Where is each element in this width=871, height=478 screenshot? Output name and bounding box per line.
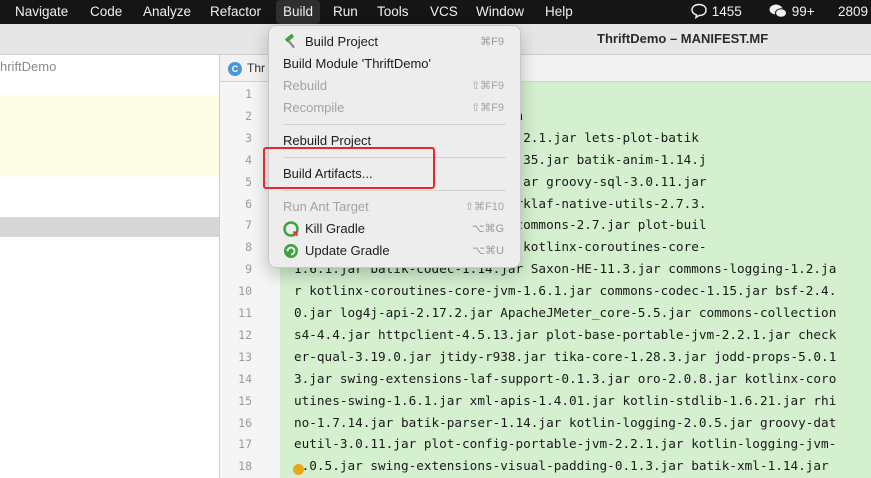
menu-refactor[interactable]: Refactor: [210, 0, 261, 24]
code-line: s4-4.4.jar httpclient-4.5.13.jar plot-ba…: [294, 326, 837, 342]
line-number[interactable]: 11: [220, 306, 252, 320]
recompile-label: Recompile: [283, 100, 345, 115]
line-number[interactable]: 6: [220, 197, 252, 211]
tab-label: Thr: [247, 61, 265, 75]
run-ant-target-item[interactable]: Run Ant Target ⇧⌘F10: [269, 196, 520, 218]
kill-gradle-item[interactable]: Kill Gradle ⌥⌘G: [269, 218, 520, 240]
code-line: utines-swing-1.6.1.jar xml-apis-1.4.01.j…: [294, 392, 837, 408]
project-row-selected[interactable]: [0, 217, 219, 237]
menu-separator: [283, 124, 506, 125]
line-number[interactable]: 10: [220, 284, 252, 298]
menu-tools[interactable]: Tools: [377, 0, 409, 24]
build-project-item[interactable]: Build Project ⌘F9: [269, 31, 520, 53]
run-ant-target-shortcut: ⇧⌘F10: [464, 201, 504, 213]
line-number[interactable]: 7: [220, 218, 252, 232]
recompile-item[interactable]: Recompile ⇧⌘F9: [269, 97, 520, 119]
status-item-3[interactable]: 2809: [838, 0, 868, 24]
line-number[interactable]: 2: [220, 109, 252, 123]
menu-build[interactable]: Build: [276, 0, 321, 24]
lightbulb-icon[interactable]: [293, 464, 304, 475]
run-ant-target-label: Run Ant Target: [283, 199, 369, 214]
status-item-2[interactable]: 99+: [768, 0, 815, 24]
wechat-icon: [769, 4, 787, 18]
rebuild-shortcut: ⇧⌘F9: [470, 80, 504, 92]
menu-run[interactable]: Run: [333, 0, 358, 24]
kill-gradle-label: Kill Gradle: [305, 221, 365, 236]
kill-gradle-shortcut: ⌥⌘G: [471, 223, 504, 235]
project-selection-highlight: [0, 96, 219, 176]
code-line: eutil-3.0.11.jar plot-config-portable-jv…: [294, 436, 837, 452]
line-number[interactable]: 18: [220, 459, 252, 473]
code-line: r kotlinx-coroutines-core-jvm-1.6.1.jar …: [294, 283, 837, 299]
rebuild-label: Rebuild: [283, 78, 328, 93]
rebuild-item[interactable]: Rebuild ⇧⌘F9: [269, 75, 520, 97]
kill-gradle-icon: [283, 221, 299, 237]
tab-thriftdemo[interactable]: C Thr: [228, 61, 265, 76]
rebuild-project-label: Rebuild Project: [283, 133, 372, 148]
build-project-label: Build Project: [305, 34, 378, 49]
line-number[interactable]: 14: [220, 372, 252, 386]
code-line: 0.jar log4j-api-2.17.2.jar ApacheJMeter_…: [294, 305, 837, 320]
project-panel: hriftDemo: [0, 55, 219, 478]
class-icon: C: [228, 61, 242, 76]
line-number[interactable]: 3: [220, 131, 252, 145]
line-number[interactable]: 4: [220, 153, 252, 167]
line-number[interactable]: 8: [220, 240, 252, 254]
menu-vcs[interactable]: VCS: [430, 0, 458, 24]
chat-bubble-icon: [691, 3, 707, 20]
code-line: .0.5.jar swing-extensions-visual-padding…: [294, 458, 829, 474]
menu-help[interactable]: Help: [545, 0, 573, 24]
hammer-icon: [285, 34, 295, 49]
menu-analyze[interactable]: Analyze: [143, 0, 191, 24]
line-number[interactable]: 9: [220, 262, 252, 276]
recompile-shortcut: ⇧⌘F9: [470, 102, 504, 114]
project-root-label[interactable]: hriftDemo: [0, 59, 56, 74]
line-number[interactable]: 1: [220, 87, 252, 101]
menu-window[interactable]: Window: [476, 0, 524, 24]
build-module-item[interactable]: Build Module 'ThriftDemo': [269, 53, 520, 75]
status-count-1: 1455: [711, 4, 742, 19]
menu-code[interactable]: Code: [90, 0, 122, 24]
status-count-2: 99+: [791, 4, 815, 19]
macos-menu-bar: Navigate Code Analyze Refactor Build Run…: [0, 0, 871, 24]
code-line: er-qual-3.19.0.jar jtidy-r938.jar tika-c…: [294, 348, 837, 364]
menu-navigate[interactable]: Navigate: [15, 0, 68, 24]
line-number[interactable]: 5: [220, 175, 252, 189]
update-gradle-item[interactable]: Update Gradle ⌥⌘U: [269, 240, 520, 262]
update-gradle-shortcut: ⌥⌘U: [472, 245, 504, 257]
line-number[interactable]: 17: [220, 437, 252, 451]
annotation-highlight-box: [263, 147, 435, 189]
line-number[interactable]: 16: [220, 416, 252, 430]
status-item-1[interactable]: 1455: [690, 0, 742, 24]
window-title: ThriftDemo – MANIFEST.MF: [597, 31, 769, 46]
line-number[interactable]: 15: [220, 394, 252, 408]
update-gradle-label: Update Gradle: [305, 243, 390, 258]
line-number[interactable]: 12: [220, 328, 252, 342]
code-line: no-1.7.14.jar batik-parser-1.14.jar kotl…: [294, 414, 837, 430]
build-module-label: Build Module 'ThriftDemo': [283, 56, 432, 71]
line-number[interactable]: 13: [220, 350, 252, 364]
menu-separator: [283, 190, 506, 191]
code-line: 3.jar swing-extensions-laf-support-0.1.3…: [294, 370, 837, 386]
refresh-gradle-icon: [284, 244, 298, 258]
build-project-shortcut: ⌘F9: [480, 36, 504, 48]
